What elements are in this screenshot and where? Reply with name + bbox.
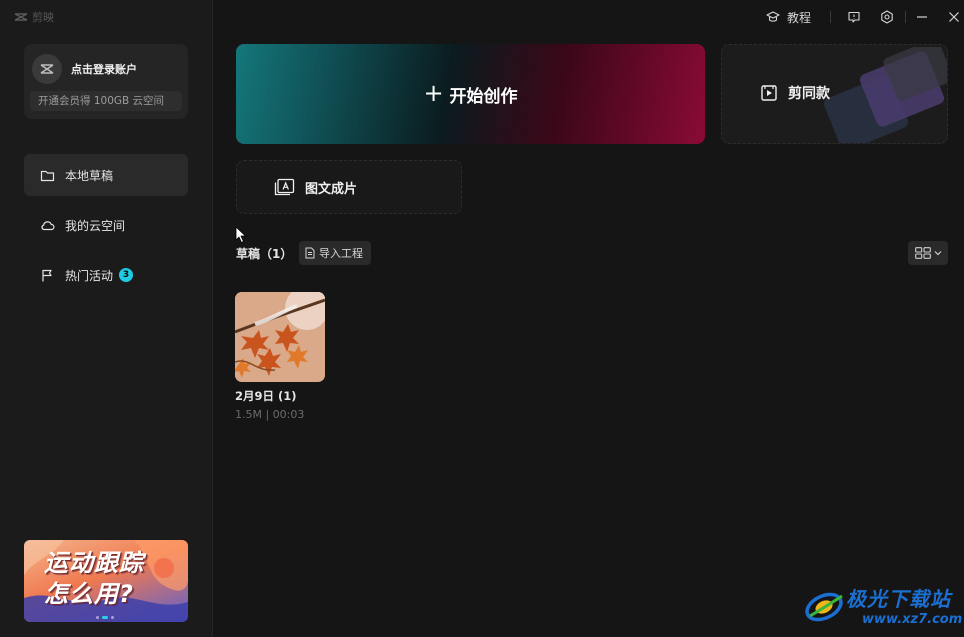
drafts-title: 草稿 — [236, 247, 261, 261]
title-bar: 教程 — [213, 0, 964, 34]
template-card[interactable]: 剪同款 — [721, 44, 948, 144]
image-text-to-video-button[interactable]: 图文成片 — [236, 160, 462, 214]
promo-banner[interactable]: 运动跟踪 怎么用? — [24, 540, 188, 622]
divider — [905, 11, 906, 23]
import-project-button[interactable]: 导入工程 — [299, 241, 371, 265]
banner-dot[interactable] — [96, 616, 99, 619]
tutorial-button[interactable]: 教程 — [766, 7, 811, 27]
banner-pagination — [96, 616, 114, 619]
sidebar-item-local-drafts[interactable]: 本地草稿 — [24, 154, 188, 196]
draft-name: 2月9日 (1) — [235, 389, 297, 403]
flag-icon — [42, 269, 52, 281]
app-name: 剪映 — [32, 11, 54, 24]
banner-dot-active[interactable] — [102, 616, 108, 619]
sidebar-item-cloud-space[interactable]: 我的云空间 — [24, 204, 188, 246]
folder-icon — [40, 170, 55, 181]
plus-icon: + — [423, 79, 444, 107]
graduation-cap-icon — [766, 11, 780, 22]
capcut-logo-icon — [14, 13, 28, 21]
cloud-icon — [41, 220, 55, 230]
image-text-label: 图文成片 — [305, 181, 358, 197]
sidebar-item-label: 本地草稿 — [65, 168, 114, 183]
app-logo: 剪映 — [14, 9, 54, 25]
feedback-button[interactable] — [845, 8, 863, 26]
minimize-button[interactable] — [913, 8, 931, 26]
notification-badge: 3 — [119, 268, 134, 282]
view-mode-toggle[interactable] — [908, 241, 948, 265]
drafts-count: （1） — [260, 247, 293, 261]
draft-thumbnail[interactable] — [235, 292, 325, 382]
close-icon — [949, 12, 959, 22]
banner-line-1: 运动跟踪 — [44, 549, 144, 577]
settings-icon — [881, 10, 893, 24]
avatar[interactable] — [32, 54, 62, 84]
capcut-logo-icon — [40, 64, 54, 74]
sidebar-item-label: 热门活动 — [65, 268, 114, 283]
template-label: 剪同款 — [760, 83, 830, 103]
start-creating-button[interactable]: + 开始创作 — [236, 44, 705, 144]
vip-promo-button[interactable]: 开通会员得 100GB 云空间 — [30, 91, 182, 111]
sidebar: 剪映 点击登录账户 开通会员得 100GB 云空间 本地草稿 我的云空间 热门活… — [0, 0, 213, 637]
login-link[interactable]: 点击登录账户 — [71, 61, 137, 77]
draft-size: 1.5M — [235, 408, 262, 421]
close-button[interactable] — [945, 8, 963, 26]
sidebar-item-hot-events[interactable]: 热门活动 3 — [24, 254, 188, 296]
banner-title: 运动跟踪 怎么用? — [44, 548, 154, 610]
banner-line-2: 怎么用? — [44, 580, 134, 608]
image-text-icon — [274, 178, 295, 196]
start-creating-label: 开始创作 — [449, 86, 518, 107]
divider — [830, 11, 831, 23]
template-label-text: 剪同款 — [788, 86, 830, 102]
template-icon — [761, 85, 777, 101]
settings-button[interactable] — [878, 8, 896, 26]
sidebar-item-label: 我的云空间 — [65, 218, 126, 233]
drafts-heading: 草稿（1） — [236, 245, 292, 262]
grid-view-icon — [914, 247, 931, 259]
watermark-site-name: 极光下载站 — [846, 587, 951, 611]
feedback-icon — [848, 11, 860, 23]
draft-item[interactable]: 2月9日 (1) 1.5M | 00:03 — [235, 292, 325, 421]
watermark-url: www.xz7.com — [862, 612, 963, 627]
site-watermark: 极光下载站 www.xz7.com — [800, 580, 963, 632]
minimize-icon — [917, 16, 927, 18]
draft-meta: 1.5M | 00:03 — [235, 408, 305, 421]
chevron-down-icon — [934, 251, 941, 256]
maple-leaves-thumbnail-image — [235, 292, 325, 382]
banner-dot[interactable] — [111, 616, 114, 619]
watermark-logo — [805, 592, 843, 622]
mouse-cursor-icon — [235, 226, 246, 243]
account-card[interactable]: 点击登录账户 开通会员得 100GB 云空间 — [24, 44, 188, 119]
import-label: 导入工程 — [319, 247, 363, 260]
tutorial-label: 教程 — [787, 10, 812, 25]
document-icon — [305, 247, 315, 259]
draft-duration: 00:03 — [272, 408, 305, 421]
